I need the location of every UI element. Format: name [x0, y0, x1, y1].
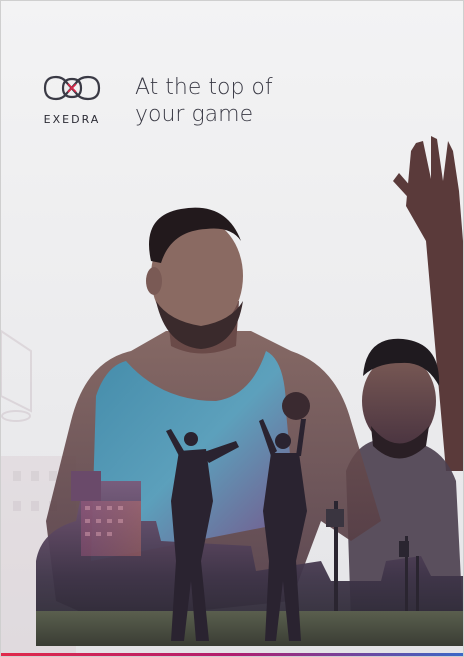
brand-name: EXEDRA	[43, 113, 101, 126]
interlocking-rings-icon	[43, 75, 101, 101]
tagline: At the top of your game	[135, 74, 273, 128]
brand-logo: EXEDRA	[37, 71, 107, 126]
accent-bar	[1, 653, 463, 656]
tagline-line-1: At the top of	[135, 75, 273, 100]
tagline-line-2: your game	[135, 102, 254, 127]
poster: EXEDRA At the top of your game	[0, 0, 464, 657]
